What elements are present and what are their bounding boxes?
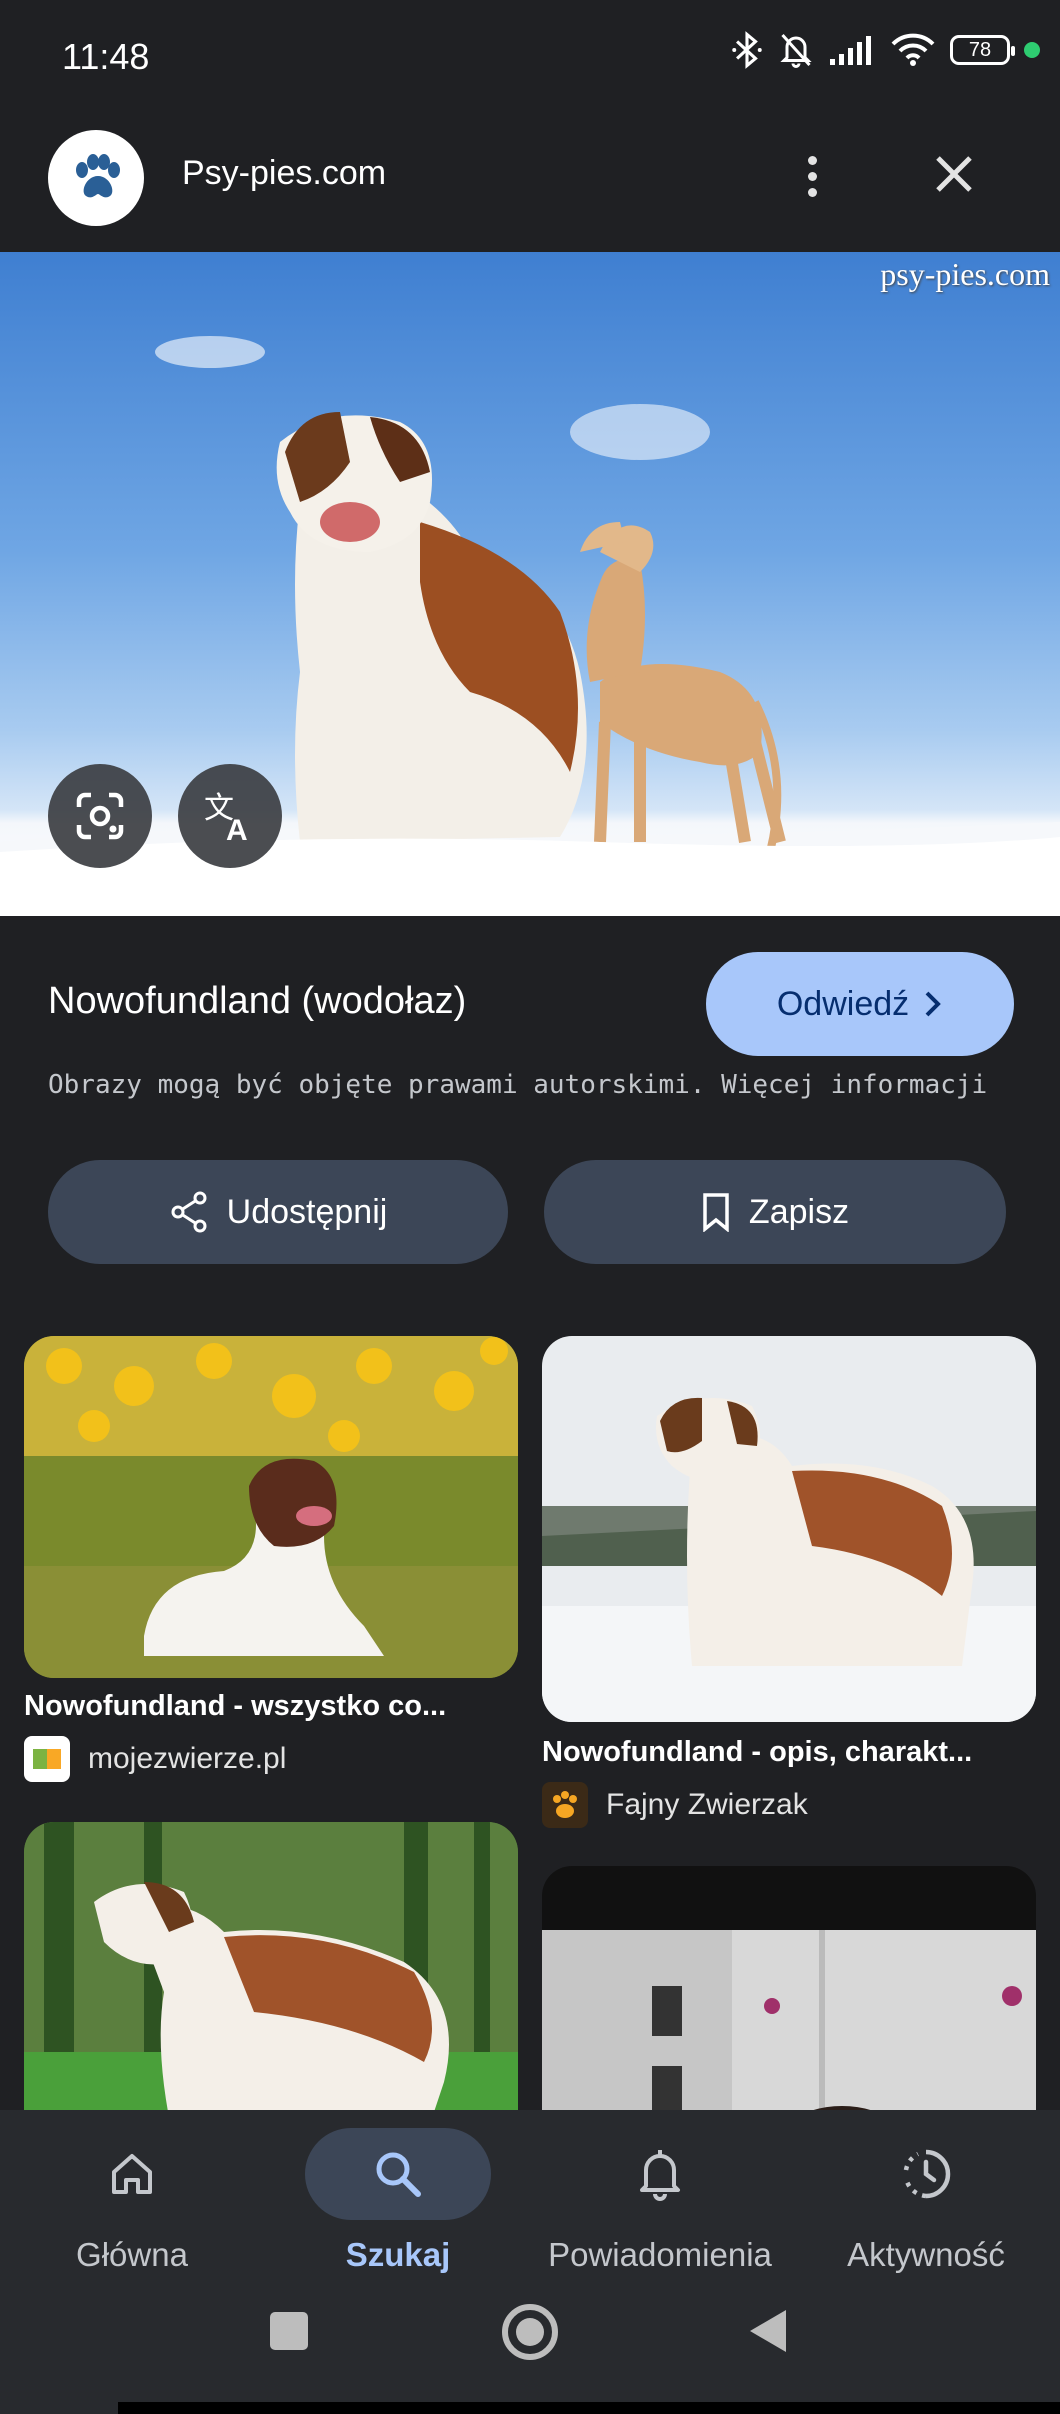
share-icon bbox=[171, 1191, 207, 1233]
wifi-icon bbox=[891, 33, 935, 66]
status-bar: 11:48 78 bbox=[0, 0, 1060, 118]
privacy-dot bbox=[1024, 42, 1040, 58]
result-title: Nowofundland (wodołaz) bbox=[48, 980, 467, 1022]
bell-off-icon bbox=[780, 33, 812, 68]
square-icon bbox=[270, 2312, 308, 2350]
translate-icon: 文A bbox=[204, 792, 248, 844]
related-source-1[interactable]: mojezwierze.pl bbox=[24, 1736, 286, 1782]
home-indicator bbox=[118, 2402, 1060, 2414]
visit-label: Odwiedź bbox=[776, 984, 910, 1023]
related-title-2[interactable]: Nowofundland - opis, charakt... bbox=[542, 1736, 1036, 1769]
related-thumb-1[interactable] bbox=[24, 1336, 518, 1678]
share-label: Udostępnij bbox=[226, 1192, 388, 1231]
site-logo[interactable] bbox=[48, 130, 144, 226]
signal-icon bbox=[830, 36, 871, 65]
back-triangle-icon bbox=[750, 2310, 786, 2352]
nav-label-search: Szukaj bbox=[345, 2236, 451, 2273]
translate-button[interactable]: 文A bbox=[178, 764, 282, 868]
bell-icon bbox=[640, 2150, 680, 2201]
bluetooth-icon bbox=[732, 31, 762, 69]
share-button[interactable]: Udostępnij bbox=[48, 1160, 508, 1264]
hero-image[interactable]: psy-pies.com 文A bbox=[0, 252, 1060, 916]
nav-item-notifications[interactable]: Powiadomienia bbox=[530, 2128, 790, 2274]
close-icon[interactable] bbox=[924, 144, 984, 204]
visit-button[interactable]: Odwiedź bbox=[706, 952, 1014, 1056]
related-thumb-2[interactable] bbox=[542, 1336, 1036, 1722]
save-label: Zapisz bbox=[748, 1192, 850, 1231]
status-time: 11:48 bbox=[62, 36, 150, 77]
recents-button[interactable] bbox=[268, 2310, 310, 2357]
back-button[interactable] bbox=[746, 2306, 790, 2361]
status-icons: 78 bbox=[730, 30, 1040, 70]
copyright-note[interactable]: Obrazy mogą być objęte prawami autorskim… bbox=[48, 1070, 987, 1100]
related-source-label-2: Fajny Zwierzak bbox=[606, 1788, 808, 1821]
nav-label-notifications: Powiadomienia bbox=[548, 2236, 772, 2273]
nav-item-search[interactable]: Szukaj bbox=[268, 2128, 528, 2274]
more-vert-icon bbox=[807, 155, 817, 165]
image-watermark: psy-pies.com bbox=[880, 256, 1050, 292]
circle-home-icon bbox=[502, 2304, 558, 2360]
fajny-zwierzak-favicon bbox=[542, 1782, 588, 1828]
home-system-button[interactable] bbox=[500, 2302, 560, 2367]
related-source-label-1: mojezwierze.pl bbox=[88, 1742, 287, 1775]
nav-item-home[interactable]: Główna bbox=[2, 2128, 262, 2274]
related-source-2[interactable]: Fajny Zwierzak bbox=[542, 1782, 808, 1828]
svg-text:A: A bbox=[226, 814, 248, 844]
nav-label-activity: Aktywność bbox=[847, 2236, 1005, 2273]
search-icon bbox=[376, 2152, 421, 2197]
activity-icon bbox=[903, 2149, 951, 2199]
lens-icon bbox=[76, 792, 124, 840]
nav-item-activity[interactable]: Aktywność bbox=[796, 2128, 1056, 2274]
st-bernard-snow-image bbox=[542, 1336, 1036, 1722]
nav-label-home: Główna bbox=[76, 2236, 188, 2273]
sunflower-dog-image bbox=[24, 1336, 518, 1678]
related-title-1[interactable]: Nowofundland - wszystko co... bbox=[24, 1690, 518, 1723]
bottom-navigation: Główna Szukaj Powiadomienia Aktywność bbox=[0, 2110, 1060, 2414]
top-bar: Psy-pies.com bbox=[0, 118, 1060, 252]
paw-icon bbox=[76, 154, 120, 198]
st-bernard-grass-image bbox=[24, 1822, 518, 2142]
bookmark-icon bbox=[703, 1193, 729, 1232]
chevron-right-icon bbox=[925, 991, 941, 1017]
home-icon bbox=[112, 2154, 152, 2194]
save-button[interactable]: Zapisz bbox=[544, 1160, 1006, 1264]
more-options-button[interactable] bbox=[790, 146, 834, 206]
site-title: Psy-pies.com bbox=[182, 154, 387, 192]
dogs-illustration bbox=[0, 336, 1060, 916]
related-thumb-3[interactable] bbox=[24, 1822, 518, 2142]
lens-search-button[interactable] bbox=[48, 764, 152, 868]
mojezwierze-favicon bbox=[24, 1736, 70, 1782]
battery-indicator: 78 bbox=[950, 35, 1015, 65]
